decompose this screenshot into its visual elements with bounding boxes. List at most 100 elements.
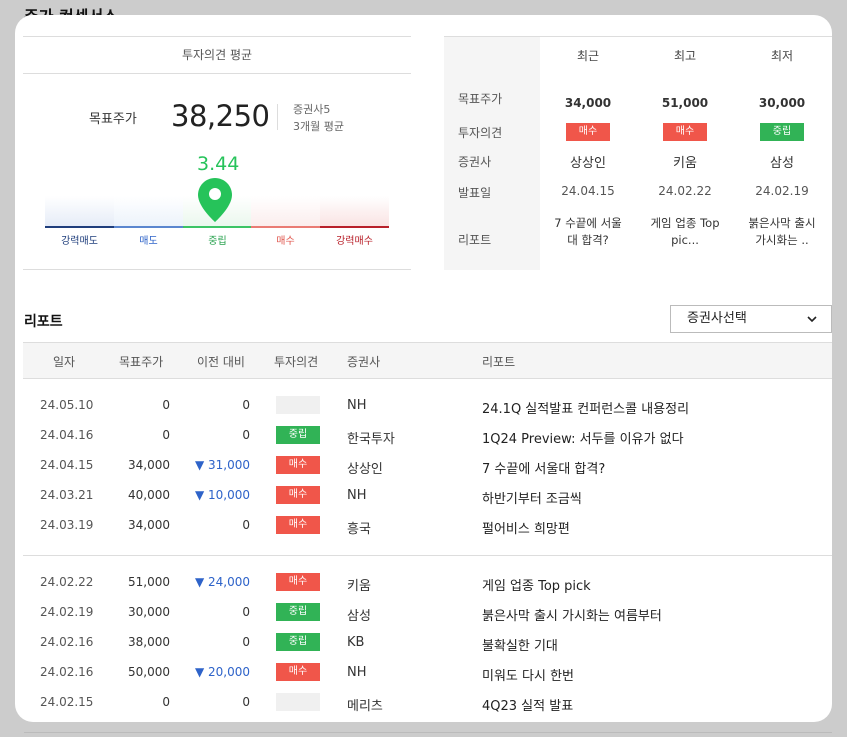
- gauge-label-neutral: 중립: [208, 236, 227, 247]
- table-row[interactable]: 24.04.15 34,000 ▼ 31,000 매수 상상인 7 수끝에 서울대 합격?: [23, 452, 832, 482]
- row-date: 24.02.15: [40, 695, 94, 709]
- row-change: 0: [242, 695, 250, 709]
- summary-broker-low: 삼성: [770, 156, 794, 171]
- row-change: ▼ 24,000: [194, 575, 250, 589]
- table-row[interactable]: 24.02.22 51,000 ▼ 24,000 매수 키움 게임 업종 Top pick: [23, 569, 832, 599]
- gauge-label-strong-sell: 강력매도: [61, 236, 98, 247]
- gauge-line-neutral: [183, 226, 251, 228]
- summary-target-low: 30,000: [758, 96, 806, 110]
- row-report-title[interactable]: 게임 업종 Top pick: [482, 575, 591, 594]
- row-report-title[interactable]: 미워도 다시 한번: [482, 665, 574, 684]
- row-change: 0: [242, 398, 250, 412]
- target-price-label: 목표주가: [89, 112, 137, 127]
- opinion-badge-buy: 매수: [276, 486, 320, 504]
- row-report-title[interactable]: 1Q24 Preview: 서두를 이유가 없다: [482, 428, 684, 447]
- row-broker: 한국투자: [347, 432, 395, 447]
- opinion-badge-neutral: 중립: [276, 633, 320, 651]
- report-line: 대 합격?: [567, 233, 609, 247]
- table-row[interactable]: 24.04.16 0 0 중립 한국투자 1Q24 Preview: 서두를 이유가 없다: [23, 422, 832, 452]
- report-line: 게임 업종 Top: [650, 216, 720, 230]
- gauge-line-strong-buy: [320, 226, 389, 228]
- gauge-line-strong-sell: [45, 226, 114, 228]
- report-line: 가시화는 ..: [755, 233, 809, 247]
- table-row[interactable]: 24.02.16 50,000 ▼ 20,000 매수 NH 미워도 다시 한번: [23, 659, 832, 689]
- row-date: 24.04.15: [40, 458, 94, 472]
- row-broker: 삼성: [347, 609, 371, 624]
- row-report-title[interactable]: 24.1Q 실적발표 컨퍼런스콜 내용정리: [482, 398, 689, 417]
- row-change: ▼ 31,000: [194, 458, 250, 472]
- row-target-price: 0: [162, 428, 170, 442]
- opinion-badge-neutral: 중립: [760, 123, 804, 141]
- broker-select[interactable]: 증권사선택: [670, 305, 832, 333]
- th-change: 이전 대비: [197, 355, 245, 369]
- summary-broker-recent: 상상인: [570, 156, 606, 171]
- summary-report-low[interactable]: 붉은사막 출시 가시화는 ..: [734, 215, 830, 249]
- reports-table-header: 일자 목표주가 이전 대비 투자의견 증권사 리포트: [23, 342, 832, 379]
- summary-date-low: 24.02.19: [755, 184, 809, 198]
- gauge-label-strong-buy: 강력매수: [336, 236, 373, 247]
- target-price-meta: 증권사5 3개월 평균: [293, 101, 344, 135]
- row-target-price: 50,000: [128, 665, 170, 679]
- row-report-title[interactable]: 하반기부터 조금씩: [482, 488, 582, 507]
- row-report-title[interactable]: 4Q23 실적 발표: [482, 695, 573, 714]
- row-opinion: 중립: [276, 633, 320, 651]
- gauge-buy: [251, 196, 320, 228]
- table-row[interactable]: 24.02.16 38,000 0 중립 KB 불확실한 기대: [23, 629, 832, 659]
- table-row[interactable]: 24.05.10 0 0 NH 24.1Q 실적발표 컨퍼런스콜 내용정리: [23, 392, 832, 422]
- row-broker: NH: [347, 398, 367, 413]
- location-pin-icon: [198, 178, 232, 222]
- summary-target-recent: 34,000: [564, 96, 612, 110]
- row-opinion: 중립: [276, 603, 320, 621]
- row-report-title[interactable]: 붉은사막 출시 가시화는 여름부터: [482, 605, 662, 624]
- opinion-badge-buy: 매수: [276, 663, 320, 681]
- row-target-price: 51,000: [128, 575, 170, 589]
- row-broker: NH: [347, 665, 367, 680]
- summary-date-high: 24.02.22: [658, 184, 712, 198]
- chevron-down-icon: [807, 316, 817, 323]
- row-date: 24.02.19: [40, 605, 94, 619]
- gauge-strong-sell: [45, 196, 114, 228]
- summary-label-report: 리포트: [458, 233, 492, 247]
- table-row[interactable]: 24.02.19 30,000 0 중립 삼성 붉은사막 출시 가시화는 여름부터: [23, 599, 832, 629]
- row-target-price: 40,000: [128, 488, 170, 502]
- gauge-labels: 강력매도 매도 중립 매수 강력매수: [45, 232, 389, 247]
- reports-title: 리포트: [24, 314, 63, 330]
- summary-report-high[interactable]: 게임 업종 Top pic...: [637, 215, 733, 249]
- row-report-title[interactable]: 불확실한 기대: [482, 635, 558, 654]
- summary-col-low: 최저: [770, 49, 794, 63]
- row-date: 24.03.21: [40, 488, 94, 502]
- row-change: 0: [242, 518, 250, 532]
- summary-opinion-recent: 매수: [540, 123, 636, 141]
- row-date: 24.02.16: [40, 635, 94, 649]
- consensus-panel: 투자의견 평균 목표주가 38,250 증권사5 3개월 평균 3.44 강력매…: [23, 36, 411, 270]
- report-line: 7 수끝에 서울: [554, 216, 622, 230]
- summary-panel: 최근 최고 최저 목표주가 투자의견 증권사 발표일 리포트 34,000 매수…: [444, 36, 832, 270]
- opinion-badge-buy: 매수: [276, 456, 320, 474]
- row-change: 0: [242, 428, 250, 442]
- table-row[interactable]: 24.02.15 0 0 메리츠 4Q23 실적 발표: [23, 689, 832, 719]
- gauge-line-buy: [251, 226, 320, 228]
- row-report-title[interactable]: 7 수끝에 서울대 합격?: [482, 458, 605, 477]
- th-report: 리포트: [482, 355, 516, 369]
- summary-report-recent[interactable]: 7 수끝에 서울 대 합격?: [540, 215, 636, 249]
- gauge-label-sell: 매도: [139, 236, 158, 247]
- report-line: pic...: [671, 233, 699, 247]
- row-opinion: 매수: [276, 573, 320, 591]
- summary-label-date: 발표일: [458, 186, 492, 200]
- row-broker: 메리츠: [347, 699, 383, 714]
- opinion-badge-buy: 매수: [566, 123, 610, 141]
- opinion-score: 3.44: [197, 153, 240, 175]
- average-period: 3개월 평균: [293, 120, 344, 133]
- table-row[interactable]: 24.03.21 40,000 ▼ 10,000 매수 NH 하반기부터 조금씩: [23, 482, 832, 512]
- table-row[interactable]: 24.03.19 34,000 0 매수 흥국 펄어비스 희망편: [23, 512, 832, 542]
- gauge-label-buy: 매수: [276, 236, 295, 247]
- consensus-card: 투자의견 평균 목표주가 38,250 증권사5 3개월 평균 3.44 강력매…: [15, 15, 832, 722]
- row-opinion: 매수: [276, 516, 320, 534]
- row-opinion: 매수: [276, 486, 320, 504]
- row-broker: 키움: [347, 579, 371, 594]
- opinion-badge-buy: 매수: [663, 123, 707, 141]
- row-report-title[interactable]: 펄어비스 희망편: [482, 518, 570, 537]
- row-date: 24.05.10: [40, 398, 94, 412]
- row-opinion: 매수: [276, 663, 320, 681]
- row-target-price: 38,000: [128, 635, 170, 649]
